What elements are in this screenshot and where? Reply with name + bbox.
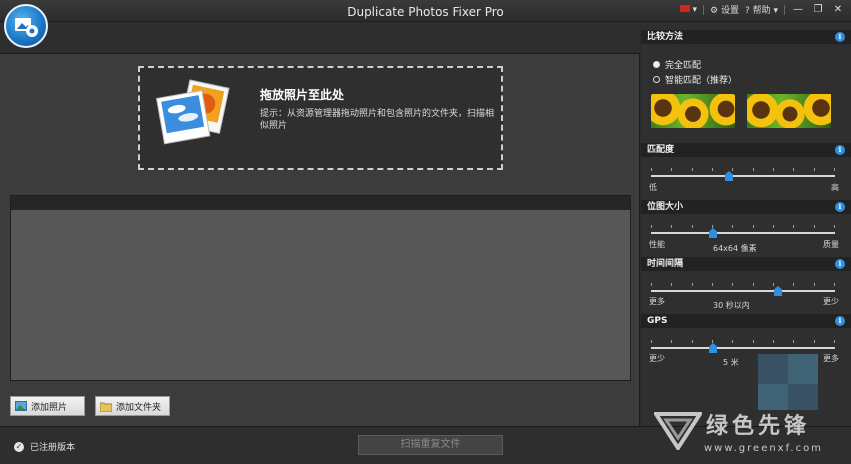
check-icon: ✓: [14, 441, 24, 452]
gps-info-icon[interactable]: i: [835, 316, 845, 326]
scan-duplicates-button[interactable]: 扫描重复文件: [358, 435, 503, 455]
photos-icon: [155, 79, 230, 145]
exact-match-sample-image: [651, 94, 735, 128]
time-interval-value-label: 30 秒以内: [713, 301, 750, 310]
add-photos-button[interactable]: 添加照片: [10, 396, 85, 416]
close-button[interactable]: ✕: [831, 4, 845, 16]
match-level-slider-handle[interactable]: [725, 171, 733, 181]
match-level-header: 匹配度 i: [641, 143, 851, 157]
gps-value-label: 5 米: [723, 358, 739, 367]
photo-list-header: [11, 196, 630, 210]
radio-dot-icon: [653, 61, 660, 68]
time-interval-max-label: 更少: [823, 297, 839, 306]
bitmap-size-slider[interactable]: [651, 225, 835, 239]
bitmap-size-max-label: 质量: [823, 240, 839, 249]
help-menu[interactable]: ? 帮助 ▾: [745, 3, 778, 16]
match-level-min-label: 低: [649, 183, 657, 192]
restore-button[interactable]: ❐: [811, 4, 825, 16]
photo-gear-icon: [15, 18, 38, 37]
toolbar-strip: [0, 22, 640, 54]
drop-zone-hint: 提示：从资源管理器拖动照片和包含照片的文件夹，扫描相似照片: [260, 109, 495, 131]
main-area: 拖放照片至此处 提示：从资源管理器拖动照片和包含照片的文件夹，扫描相似照片 添加…: [0, 54, 640, 426]
bitmap-size-slider-handle[interactable]: [709, 228, 717, 238]
drop-zone[interactable]: 拖放照片至此处 提示：从资源管理器拖动照片和包含照片的文件夹，扫描相似照片: [138, 66, 503, 170]
language-flag-icon[interactable]: ▾: [679, 4, 697, 15]
match-level-info-icon[interactable]: i: [835, 145, 845, 155]
compare-method-info-icon[interactable]: i: [835, 32, 845, 42]
watermark-text: 绿色先锋: [706, 414, 811, 439]
bitmap-size-header: 位图大小 i: [641, 200, 851, 214]
compare-method-header: 比较方法 i: [641, 30, 851, 44]
title-bar: Duplicate Photos Fixer Pro ▾ ⚙ 设置 ? 帮助 ▾…: [0, 0, 851, 22]
time-interval-min-label: 更多: [649, 297, 665, 306]
time-interval-slider-handle[interactable]: [774, 286, 782, 296]
watermark-logo-icon: [654, 412, 702, 450]
smart-match-sample-image: [747, 94, 831, 128]
bitmap-size-value-label: 64x64 像素: [713, 244, 757, 253]
radio-smart-match[interactable]: 智能匹配（推荐）: [653, 73, 737, 86]
gps-header: GPS i: [641, 314, 851, 328]
radio-exact-match[interactable]: 完全匹配: [653, 58, 701, 71]
radio-dot-icon: [653, 76, 660, 83]
app-logo: [4, 4, 48, 48]
watermark: 绿色先锋 www.greenxf.com: [652, 404, 848, 460]
image-icon: [15, 401, 27, 411]
minimize-button[interactable]: —: [791, 4, 805, 16]
gps-min-label: 更少: [649, 354, 665, 363]
match-level-max-label: 高: [831, 183, 839, 192]
drop-zone-title: 拖放照片至此处: [260, 88, 345, 102]
settings-menu[interactable]: ⚙ 设置: [710, 3, 739, 16]
folder-icon: [100, 402, 112, 412]
title-bar-menu: ▾ ⚙ 设置 ? 帮助 ▾ — ❐ ✕: [679, 3, 845, 16]
photo-list-panel[interactable]: [10, 195, 631, 381]
gps-slider[interactable]: [651, 340, 835, 354]
registered-status: ✓ 已注册版本: [14, 441, 76, 453]
time-interval-header: 时间间隔 i: [641, 257, 851, 271]
time-interval-info-icon[interactable]: i: [835, 259, 845, 269]
bitmap-size-info-icon[interactable]: i: [835, 202, 845, 212]
watermark-url: www.greenxf.com: [704, 443, 823, 454]
time-interval-slider[interactable]: [651, 283, 835, 297]
gps-slider-handle[interactable]: [709, 343, 717, 353]
match-level-slider[interactable]: [651, 168, 835, 182]
add-folder-button[interactable]: 添加文件夹: [95, 396, 170, 416]
bitmap-size-min-label: 性能: [649, 240, 665, 249]
